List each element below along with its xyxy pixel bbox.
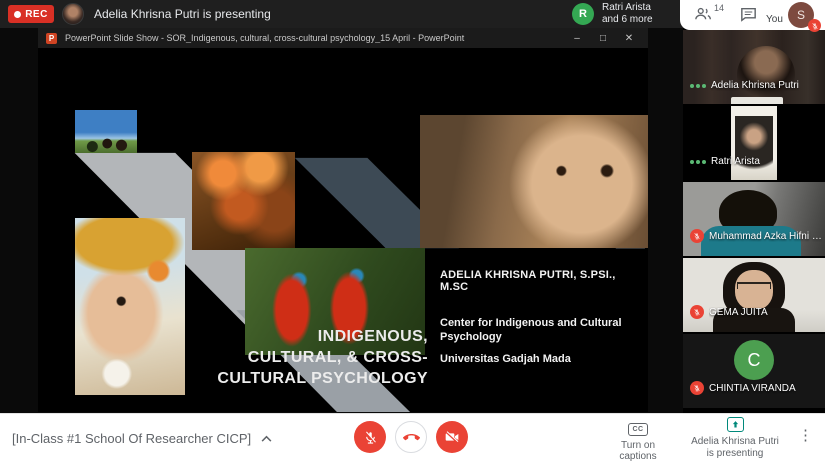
speaking-indicator-icon: [690, 160, 706, 164]
participant-video-detail: [735, 116, 773, 180]
presentation-stage: P PowerPoint Slide Show - SOR_Indigenous…: [0, 28, 683, 413]
participant-tile[interactable]: C CHINTIA VIRANDA: [683, 334, 825, 408]
speaker-names: Ratri Arista and 6 more: [602, 2, 653, 26]
powerpoint-window-title: PowerPoint Slide Show - SOR_Indigenous, …: [65, 33, 564, 43]
participant-name: Ratri Arista: [711, 156, 760, 167]
captions-label: Turn on captions: [605, 440, 671, 462]
speaker-avatar: R: [572, 3, 594, 25]
slide-presenter-block: ADELIA KHRISNA PUTRI, S.PSI., M.SC Cente…: [440, 269, 640, 365]
participant-video-detail: [731, 97, 783, 104]
maximize-button[interactable]: □: [590, 29, 616, 47]
speaker-more: and 6 more: [602, 14, 653, 26]
powerpoint-titlebar[interactable]: P PowerPoint Slide Show - SOR_Indigenous…: [38, 28, 648, 48]
presenting-status[interactable]: Adelia Khrisna Putri is presenting: [690, 416, 780, 460]
end-call-button[interactable]: [395, 421, 427, 453]
self-mic-muted-icon: [808, 19, 821, 32]
participant-name: GEMA JUITA: [709, 307, 768, 318]
participant-video-detail: [735, 270, 773, 310]
slide-organization: Center for Indigenous and Cultural Psych…: [440, 316, 640, 344]
mic-muted-icon: [690, 305, 704, 319]
participants-icon[interactable]: [694, 6, 712, 27]
slide-org-line: Center for Indigenous and Cultural: [440, 316, 640, 330]
participant-tile[interactable]: GEMA JUITA: [683, 258, 825, 332]
participant-name: Muhammad Azka Hifni Fir...: [709, 231, 822, 242]
participant-avatar: C: [734, 340, 774, 380]
slide-title-line: CULTURAL, & CROSS-: [198, 347, 428, 368]
chevron-up-icon[interactable]: [261, 435, 272, 442]
participant-video-detail: [737, 282, 771, 289]
powerpoint-window: P PowerPoint Slide Show - SOR_Indigenous…: [38, 28, 648, 412]
camera-toggle-button[interactable]: [436, 421, 468, 453]
recording-badge: REC: [8, 5, 54, 23]
mic-toggle-button[interactable]: [354, 421, 386, 453]
participant-tile[interactable]: Ratri Arista: [683, 106, 825, 180]
participants-count: 14: [714, 3, 724, 13]
meet-toolbar: 14 You S: [680, 0, 825, 30]
photo-tribal-ceremony: [192, 152, 295, 250]
slide-title-line: CULTURAL PSYCHOLOGY: [198, 368, 428, 389]
meeting-name[interactable]: [In-Class #1 School Of Researcher CICP]: [12, 431, 272, 446]
captions-button[interactable]: CC Turn on captions: [605, 418, 671, 462]
slide-canvas: INDIGENOUS, CULTURAL, & CROSS- CULTURAL …: [38, 48, 648, 412]
mic-muted-icon: [690, 381, 704, 395]
photo-elderly-woman: [420, 115, 648, 248]
close-button[interactable]: ✕: [616, 29, 642, 47]
participant-name: Adelia Khrisna Putri: [711, 80, 799, 91]
presenting-icon: [727, 417, 744, 432]
presenting-label: Adelia Khrisna Putri is presenting: [690, 436, 780, 460]
presenting-banner: Adelia Khrisna Putri is presenting: [94, 7, 271, 21]
end-call-icon: [403, 429, 420, 446]
slide-university: Universitas Gadjah Mada: [440, 353, 640, 365]
photo-balinese-dancer: [75, 218, 185, 395]
participants-sidebar: Adelia Khrisna Putri Ratri Arista Muhamm…: [683, 30, 825, 408]
presenting-name: Adelia Khrisna Putri: [690, 436, 780, 448]
participant-tile[interactable]: Adelia Khrisna Putri: [683, 30, 825, 104]
photo-traditional-dancers-sky: [75, 110, 137, 153]
presenting-suffix: is presenting: [690, 448, 780, 460]
active-speaker-cluster: R Ratri Arista and 6 more: [572, 0, 653, 28]
you-label: You: [766, 14, 783, 25]
mic-muted-icon: [690, 229, 704, 243]
chat-icon[interactable]: [740, 7, 757, 27]
participant-tile[interactable]: Muhammad Azka Hifni Fir...: [683, 182, 825, 256]
speaker-name: Ratri Arista: [602, 2, 653, 14]
participant-video: [737, 46, 795, 104]
recording-label: REC: [25, 9, 48, 20]
slide-presenter-name: ADELIA KHRISNA PUTRI, S.PSI., M.SC: [440, 269, 640, 293]
participant-name: CHINTIA VIRANDA: [709, 383, 796, 394]
more-options-icon[interactable]: ⋮: [798, 426, 812, 444]
speaking-indicator-icon: [690, 84, 706, 88]
powerpoint-icon: P: [46, 33, 57, 44]
meeting-name-label: [In-Class #1 School Of Researcher CICP]: [12, 431, 251, 446]
presenter-avatar: [62, 3, 84, 25]
minimize-button[interactable]: –: [564, 29, 590, 47]
slide-title-line: INDIGENOUS,: [198, 326, 428, 347]
slide-title: INDIGENOUS, CULTURAL, & CROSS- CULTURAL …: [198, 326, 428, 389]
slide-org-line: Psychology: [440, 330, 640, 344]
recording-dot-icon: [14, 11, 21, 18]
captions-icon: CC: [628, 423, 648, 436]
